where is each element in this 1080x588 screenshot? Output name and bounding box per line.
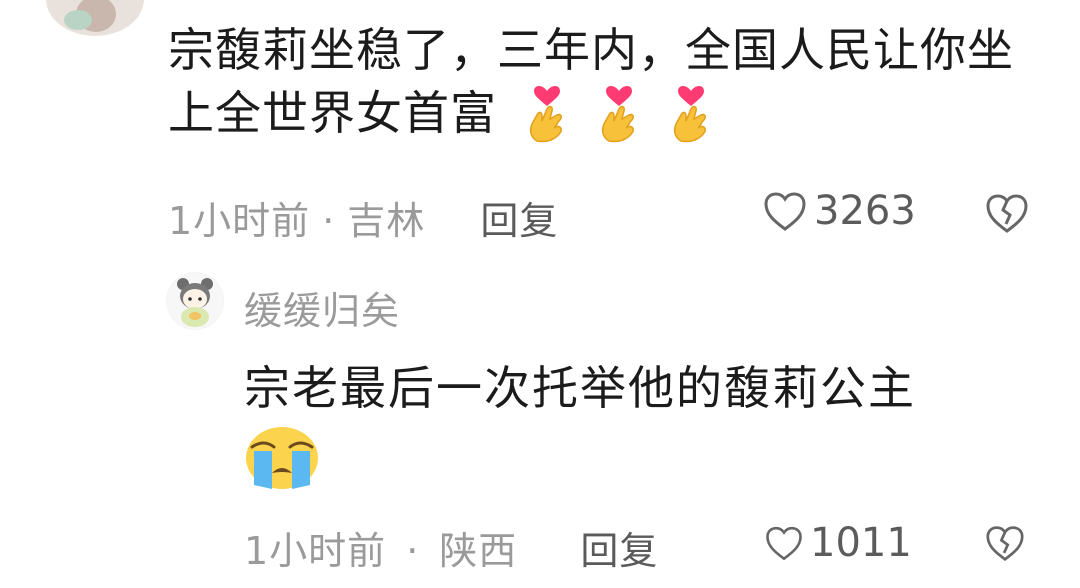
- reply-text: 宗老最后一次托举他的馥莉公主: [244, 361, 916, 415]
- separator-dot: ·: [322, 199, 336, 243]
- comment-reply-button[interactable]: 回复: [480, 199, 558, 243]
- reply-reply-button[interactable]: 回复: [580, 529, 658, 573]
- comment-text: 宗馥莉坐稳了，三年内，全国人民让你坐上全世界女首富: [168, 23, 1014, 140]
- reply-meta: 1小时前 · 陕西 回复: [244, 520, 658, 575]
- commenter-avatar[interactable]: [46, 0, 144, 36]
- separator-dot: ·: [406, 529, 420, 573]
- heart-hands-icon: [597, 81, 641, 145]
- reply-like-button[interactable]: 1011: [764, 520, 912, 566]
- heart-hands-icon: [525, 81, 569, 145]
- comment-like-button[interactable]: 3263: [762, 188, 916, 234]
- broken-heart-icon[interactable]: [984, 192, 1030, 234]
- heart-outline-icon: [764, 192, 806, 231]
- reply-like-count: 1011: [810, 520, 912, 566]
- reply-author-name[interactable]: 缓缓归矣: [244, 280, 400, 335]
- comment-meta: 1小时前 · 吉林 回复: [168, 190, 558, 245]
- loudly-crying-face-icon: [246, 427, 318, 489]
- broken-heart-icon[interactable]: [984, 524, 1026, 562]
- reply-time: 1小时前: [244, 529, 387, 573]
- comment-like-count: 3263: [814, 188, 916, 234]
- comment-body: 宗馥莉坐稳了，三年内，全国人民让你坐上全世界女首富: [168, 20, 1028, 145]
- reply-avatar[interactable]: [166, 272, 224, 330]
- heart-hands-icon: [669, 81, 713, 145]
- cartoon-girl-avatar-icon: [167, 273, 223, 329]
- heart-outline-icon: [766, 526, 802, 561]
- reply-location: 陕西: [439, 529, 518, 573]
- avatar-shoulder: [64, 10, 92, 30]
- comment-location: 吉林: [347, 199, 426, 243]
- comment-time: 1小时前: [168, 199, 311, 243]
